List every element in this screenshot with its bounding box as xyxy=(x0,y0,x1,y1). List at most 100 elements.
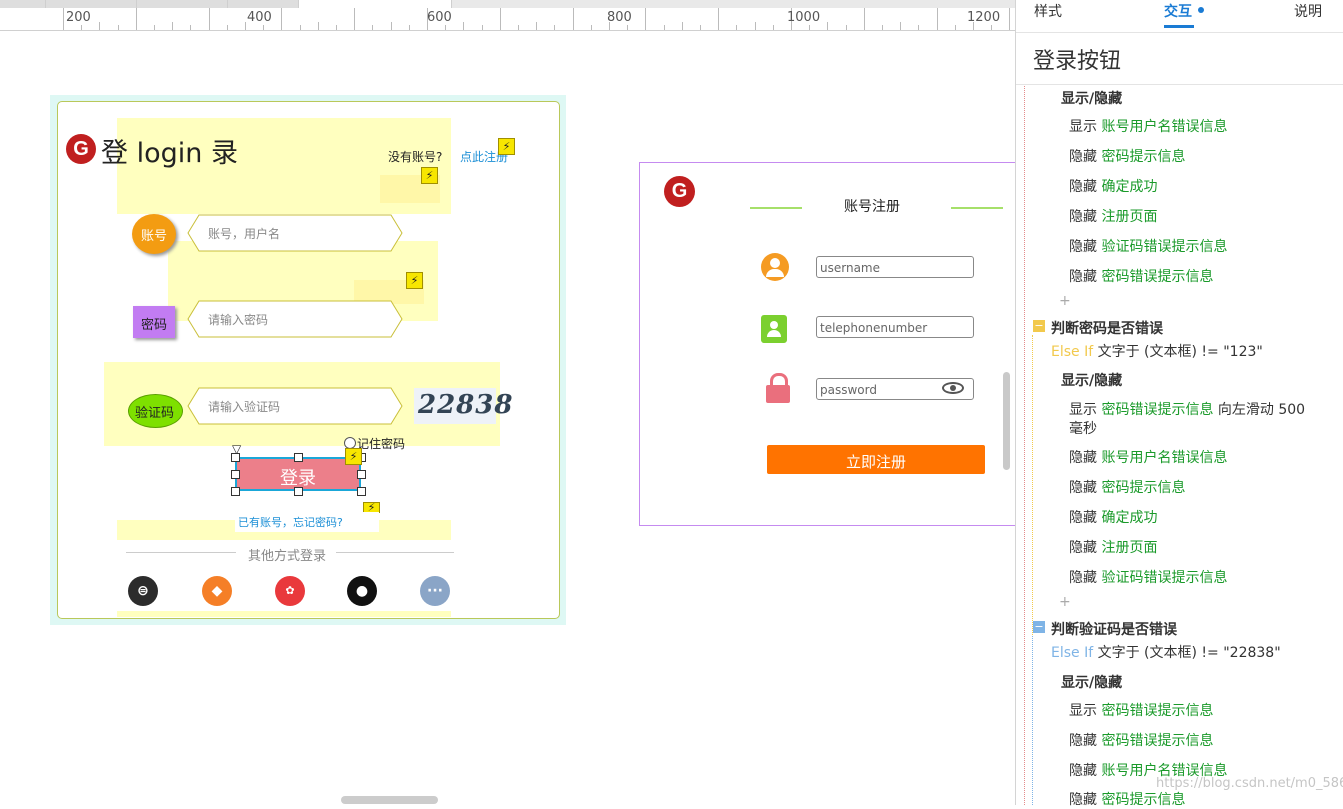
collapse-icon[interactable]: − xyxy=(1033,320,1045,332)
action-item[interactable]: 显示 账号用户名错误信息 xyxy=(1069,116,1227,136)
ruler-tick xyxy=(409,25,410,30)
action-group-heading[interactable]: 显示/隐藏 xyxy=(1061,370,1122,390)
ruler-tick xyxy=(1009,8,1010,30)
watermark: https://blog.csdn.net/m0_58600635 xyxy=(1156,776,1343,791)
login-button[interactable]: 登录 xyxy=(235,457,361,491)
action-verb: 显示 xyxy=(1069,402,1097,418)
huawei-icon[interactable]: ✿ xyxy=(275,576,305,606)
account-input[interactable]: 账号，用户名 xyxy=(187,214,403,252)
lightning-icon[interactable]: ⚡ xyxy=(406,272,423,289)
logo-icon: G xyxy=(66,134,96,164)
action-group-heading[interactable]: 显示/隐藏 xyxy=(1061,672,1122,692)
add-action-icon[interactable]: + xyxy=(1059,293,1071,309)
horizontal-ruler: 200 400 600 800 1000 1200 xyxy=(0,8,1015,31)
action-verb: 隐藏 xyxy=(1069,450,1097,466)
horizontal-scrollbar[interactable] xyxy=(341,796,438,804)
github-icon[interactable]: ● xyxy=(347,576,377,606)
action-item[interactable]: 显示 密码错误提示信息 xyxy=(1069,700,1213,720)
lock-icon xyxy=(766,373,790,403)
ruler-tick xyxy=(718,8,719,30)
tab-interaction[interactable]: 交互 xyxy=(1164,1,1192,21)
lightning-icon[interactable]: ⚡ xyxy=(421,167,438,184)
ruler-tick xyxy=(518,25,519,30)
action-target: 密码错误提示信息 xyxy=(1101,733,1214,749)
action-target: 密码错误提示信息 xyxy=(1101,402,1214,418)
case-title[interactable]: 判断验证码是否错误 xyxy=(1051,619,1177,639)
ruler-tick xyxy=(755,22,756,30)
condition-text: 文字于 (文本框) != "22838" xyxy=(1097,645,1281,661)
action-item[interactable]: 隐藏 密码提示信息 xyxy=(1069,477,1185,497)
gitlab-icon[interactable]: ◆ xyxy=(202,576,232,606)
tree-line xyxy=(1024,86,1025,805)
ruler-tick xyxy=(281,8,282,30)
add-action-icon[interactable]: + xyxy=(1059,594,1071,610)
vertical-scrollbar[interactable] xyxy=(1003,372,1010,470)
action-item[interactable]: 隐藏 确定成功 xyxy=(1069,507,1157,527)
ruler-label: 800 xyxy=(607,10,632,25)
phone-input[interactable]: telephonenumber xyxy=(816,316,974,338)
divider xyxy=(126,552,236,553)
ruler-tick xyxy=(645,8,646,30)
more-icon[interactable]: ··· xyxy=(420,576,450,606)
resize-handle[interactable] xyxy=(357,470,366,479)
password-input[interactable]: 请输入密码 xyxy=(187,300,403,338)
resize-handle[interactable] xyxy=(231,487,240,496)
document-tab[interactable] xyxy=(137,0,228,8)
tab-notes[interactable]: 说明 xyxy=(1294,1,1322,21)
ruler-tick xyxy=(955,25,956,30)
ruler-tick xyxy=(700,25,701,30)
document-tab[interactable] xyxy=(0,0,46,8)
action-target: 注册页面 xyxy=(1101,540,1158,556)
tab-underline xyxy=(1164,25,1194,28)
document-tab[interactable] xyxy=(46,0,137,8)
action-item[interactable]: 隐藏 验证码错误提示信息 xyxy=(1069,236,1227,256)
phone-contact-icon xyxy=(761,315,787,343)
ruler-tick xyxy=(664,25,665,30)
forgot-link[interactable]: 已有账号，忘记密码? xyxy=(238,514,343,530)
document-tab[interactable] xyxy=(228,0,299,8)
ruler-tick xyxy=(991,25,992,30)
register-title: 账号注册 xyxy=(844,199,900,215)
collapse-icon[interactable]: − xyxy=(1033,621,1045,633)
other-login-label: 其他方式登录 xyxy=(248,549,327,564)
action-item[interactable]: 隐藏 注册页面 xyxy=(1069,206,1157,226)
action-item[interactable]: 隐藏 密码提示信息 xyxy=(1069,789,1185,809)
resize-handle[interactable] xyxy=(231,453,240,462)
action-item[interactable]: 隐藏 密码错误提示信息 xyxy=(1069,266,1213,286)
resize-handle[interactable] xyxy=(294,487,303,496)
captcha-input[interactable]: 请输入验证码 xyxy=(187,387,403,425)
action-verb: 隐藏 xyxy=(1069,510,1097,526)
action-item[interactable]: 隐藏 密码错误提示信息 xyxy=(1069,730,1213,750)
ruler-tick xyxy=(227,25,228,30)
resize-handle[interactable] xyxy=(294,453,303,462)
eye-icon[interactable] xyxy=(942,381,966,395)
action-verb: 隐藏 xyxy=(1069,269,1097,285)
username-input[interactable]: username xyxy=(816,256,974,278)
action-item[interactable]: 隐藏 确定成功 xyxy=(1069,176,1157,196)
lightning-icon[interactable]: ⚡ xyxy=(345,448,362,465)
tab-style[interactable]: 样式 xyxy=(1034,1,1062,21)
action-item[interactable]: 隐藏 验证码错误提示信息 xyxy=(1069,567,1227,587)
register-submit-button[interactable]: 立即注册 xyxy=(767,445,985,474)
lightning-icon[interactable]: ⚡ xyxy=(498,138,515,155)
ruler-tick xyxy=(99,22,100,30)
condition-keyword: Else If xyxy=(1051,645,1094,661)
action-extra: 向左滑动 500 xyxy=(1217,402,1306,418)
ruler-tick xyxy=(554,25,555,30)
ruler-tick xyxy=(773,25,774,30)
login-title: 登 login 录 xyxy=(101,138,238,169)
case-title[interactable]: 判断密码是否错误 xyxy=(1051,318,1163,338)
captcha-image[interactable]: 22838 xyxy=(414,388,512,424)
resize-handle[interactable] xyxy=(231,470,240,479)
interaction-panel: 样式 交互 说明 登录按钮 显示/隐藏 显示 账号用户名错误信息 隐藏 密码提示… xyxy=(1015,0,1343,808)
action-item[interactable]: 隐藏 密码提示信息 xyxy=(1069,146,1185,166)
ruler-tick xyxy=(354,8,355,30)
link-icon[interactable]: ⊜ xyxy=(128,576,158,606)
document-tab-active[interactable] xyxy=(299,0,452,8)
action-item[interactable]: 隐藏 账号用户名错误信息 xyxy=(1069,447,1227,467)
action-item[interactable]: 隐藏 注册页面 xyxy=(1069,537,1157,557)
action-group-heading[interactable]: 显示/隐藏 xyxy=(1061,88,1122,108)
ruler-tick xyxy=(336,25,337,30)
resize-handle[interactable] xyxy=(357,487,366,496)
action-item[interactable]: 显示 密码错误提示信息 向左滑动 500 xyxy=(1069,399,1305,419)
